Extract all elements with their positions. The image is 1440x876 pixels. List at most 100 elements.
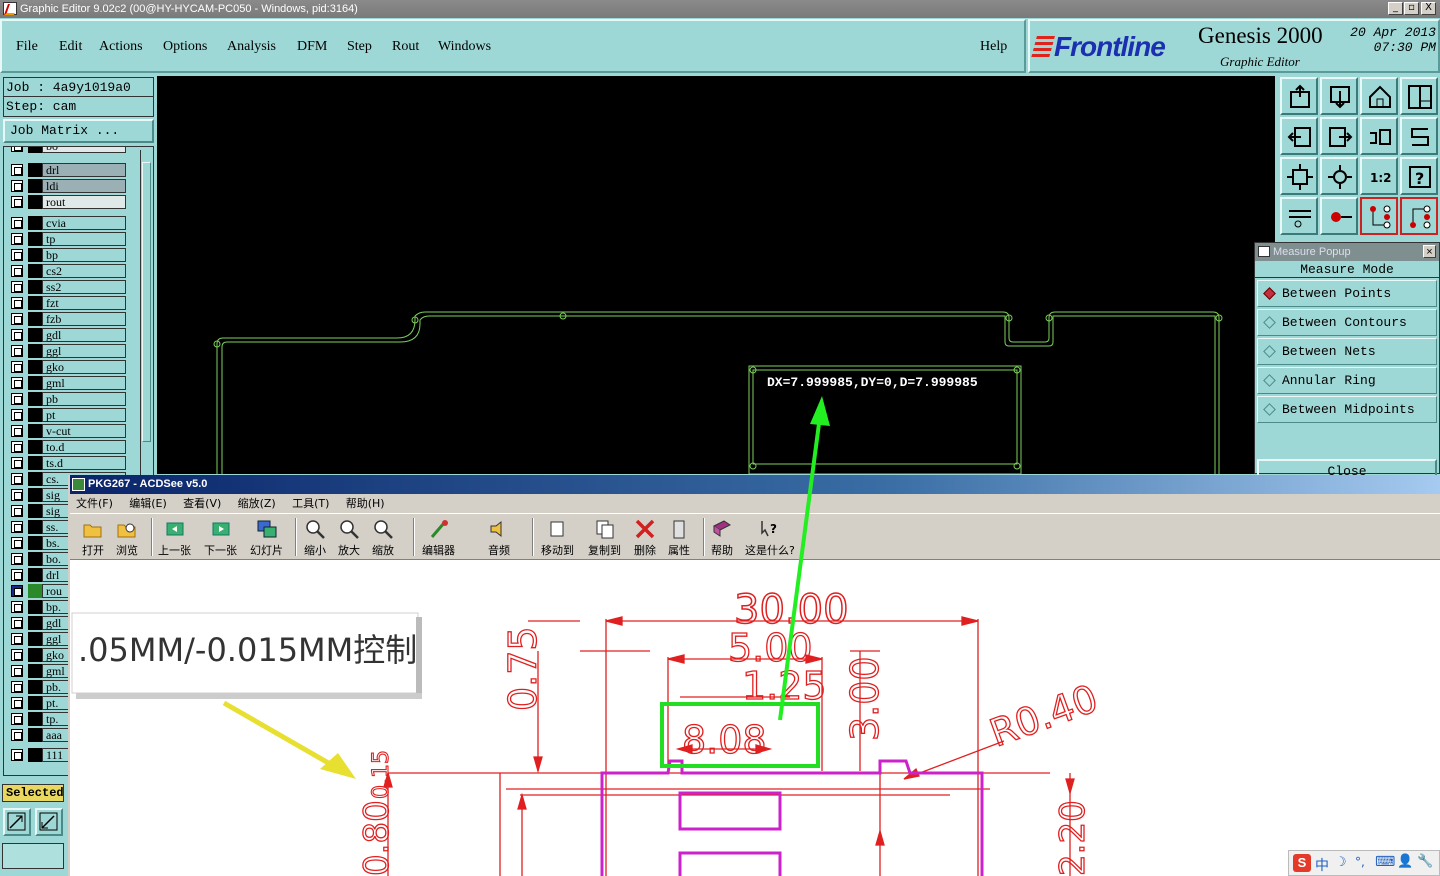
- layer-row[interactable]: bp: [8, 248, 126, 262]
- layer-row[interactable]: ldi: [8, 179, 126, 193]
- scroll-thumb[interactable]: [142, 162, 151, 442]
- layer-checkbox[interactable]: [11, 585, 23, 597]
- acd-menu-help[interactable]: 帮助(H): [346, 497, 385, 510]
- punctuation-icon[interactable]: °,: [1355, 855, 1365, 869]
- acd-menu-tools[interactable]: 工具(T): [292, 497, 329, 510]
- layer-checkbox[interactable]: [11, 569, 23, 581]
- acd-zoom-button[interactable]: 缩放: [372, 518, 394, 558]
- graphic-canvas[interactable]: DX=7.999985,DY=0,D=7.999985: [157, 76, 1275, 474]
- menu-options[interactable]: Options: [163, 39, 207, 55]
- net-b-icon[interactable]: [1400, 197, 1438, 235]
- acd-next-button[interactable]: 下一张: [204, 518, 237, 558]
- menu-actions[interactable]: Actions: [99, 39, 143, 55]
- help-query-icon[interactable]: ?: [1400, 157, 1438, 195]
- radio-diamond-icon[interactable]: [1263, 403, 1276, 416]
- layer-checkbox[interactable]: [11, 313, 23, 325]
- layer-row[interactable]: fzb: [8, 312, 126, 326]
- acd-menu-zoom[interactable]: 缩放(Z): [238, 497, 276, 510]
- tools-icon[interactable]: [1280, 197, 1318, 235]
- layer-checkbox[interactable]: [11, 729, 23, 741]
- user-icon[interactable]: 👤: [1397, 854, 1413, 869]
- measure-option[interactable]: Between Contours: [1257, 309, 1437, 336]
- radio-diamond-icon[interactable]: [1263, 316, 1276, 329]
- layer-row[interactable]: ggl: [8, 344, 126, 358]
- acd-zoom-out-button[interactable]: 缩小: [304, 518, 326, 558]
- layer-checkbox[interactable]: [11, 457, 23, 469]
- radio-diamond-icon[interactable]: [1263, 287, 1276, 300]
- acd-delete-button[interactable]: 删除: [634, 518, 656, 558]
- layer-row[interactable]: cvia: [8, 216, 126, 230]
- layer-checkbox[interactable]: [11, 617, 23, 629]
- move-left-icon[interactable]: [1280, 117, 1318, 155]
- layer-checkbox[interactable]: [11, 249, 23, 261]
- layer-checkbox[interactable]: [11, 265, 23, 277]
- layer-checkbox[interactable]: [11, 553, 23, 565]
- layer-checkbox[interactable]: [11, 329, 23, 341]
- layer-row[interactable]: cs2: [8, 264, 126, 278]
- layer-checkbox[interactable]: [11, 713, 23, 725]
- layer-checkbox[interactable]: [11, 217, 23, 229]
- popup-close-icon[interactable]: ×: [1423, 245, 1436, 258]
- zoom-fit-icon[interactable]: [1280, 157, 1318, 195]
- layer-checkbox[interactable]: [11, 409, 23, 421]
- layer-row[interactable]: ss2: [8, 280, 126, 294]
- menu-windows[interactable]: Windows: [438, 39, 491, 55]
- move-right-icon[interactable]: [1320, 117, 1358, 155]
- layer-row[interactable]: drl: [8, 163, 126, 177]
- layer-checkbox[interactable]: [11, 441, 23, 453]
- acdsee-image-view[interactable]: 30.00 5.00 1.25 8.08 0.75 3.00 R0.40 0.8…: [70, 561, 1440, 876]
- layer-checkbox[interactable]: [11, 697, 23, 709]
- acd-help-button[interactable]: 帮助: [711, 518, 733, 558]
- acd-open-button[interactable]: 打开: [82, 518, 104, 558]
- layer-row[interactable]: ts.d: [8, 456, 126, 470]
- layer-input-box[interactable]: [2, 843, 64, 869]
- layer-row[interactable]: gml: [8, 376, 126, 390]
- close-button[interactable]: X: [1421, 2, 1436, 15]
- undo-icon[interactable]: [1360, 117, 1398, 155]
- layer-checkbox[interactable]: [11, 233, 23, 245]
- measure-option[interactable]: Between Midpoints: [1257, 396, 1437, 423]
- acd-editor-button[interactable]: 编辑器: [422, 518, 455, 558]
- layer-row[interactable]: bo: [8, 147, 126, 153]
- probe-icon[interactable]: [1320, 197, 1358, 235]
- acd-move-button[interactable]: 移动到: [541, 518, 574, 558]
- zoom-home-icon[interactable]: [1320, 157, 1358, 195]
- job-matrix-button[interactable]: Job Matrix ...: [3, 119, 154, 143]
- layer-checkbox[interactable]: [11, 681, 23, 693]
- layer-row[interactable]: v-cut: [8, 424, 126, 438]
- acd-zoom-in-button[interactable]: 放大: [338, 518, 360, 558]
- home-icon[interactable]: [1360, 77, 1398, 115]
- wrench-icon[interactable]: 🔧: [1417, 854, 1433, 869]
- layer-checkbox[interactable]: [11, 473, 23, 485]
- layer-checkbox[interactable]: [11, 521, 23, 533]
- restore-button[interactable]: ▫: [1404, 2, 1419, 15]
- layer-row[interactable]: fzt: [8, 296, 126, 310]
- layer-checkbox[interactable]: [11, 180, 23, 192]
- acd-properties-button[interactable]: 属性: [668, 518, 690, 558]
- import-icon[interactable]: [1320, 77, 1358, 115]
- layer-row[interactable]: to.d: [8, 440, 126, 454]
- zoom-in-icon[interactable]: [3, 808, 31, 836]
- acd-slideshow-button[interactable]: 幻灯片: [250, 518, 283, 558]
- layer-checkbox[interactable]: [11, 425, 23, 437]
- export-icon[interactable]: [1280, 77, 1318, 115]
- layer-row[interactable]: tp: [8, 232, 126, 246]
- menu-rout[interactable]: Rout: [392, 39, 419, 55]
- menu-edit[interactable]: Edit: [59, 39, 82, 55]
- layer-checkbox[interactable]: [11, 749, 23, 761]
- layer-checkbox[interactable]: [11, 196, 23, 208]
- layer-checkbox[interactable]: [11, 633, 23, 645]
- acd-browse-button[interactable]: 浏览: [116, 518, 138, 558]
- ime-chinese-icon[interactable]: 中: [1315, 855, 1329, 875]
- layer-checkbox[interactable]: [11, 345, 23, 357]
- layer-checkbox[interactable]: [11, 489, 23, 501]
- menu-analysis[interactable]: Analysis: [227, 39, 276, 55]
- measure-option[interactable]: Between Points: [1257, 280, 1437, 307]
- moon-icon[interactable]: ☽: [1335, 855, 1347, 870]
- minimize-button[interactable]: _: [1388, 2, 1403, 15]
- layer-checkbox[interactable]: [11, 297, 23, 309]
- layer-checkbox[interactable]: [11, 281, 23, 293]
- acd-whatsthis-button[interactable]: ? 这是什么?: [745, 518, 795, 558]
- measure-close-button[interactable]: Close: [1257, 459, 1437, 475]
- acd-copy-button[interactable]: 复制到: [588, 518, 621, 558]
